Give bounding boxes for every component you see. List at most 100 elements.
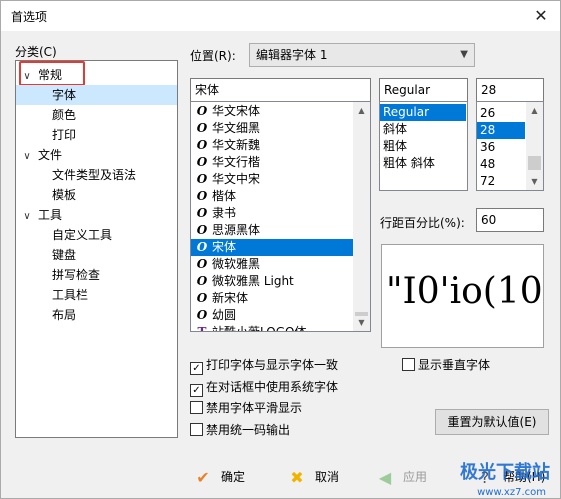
position-combobox[interactable]: 编辑器字体 1 ▼	[249, 43, 475, 67]
opentype-font-icon: O	[196, 223, 208, 237]
font-list-item[interactable]: O 华文中宋	[191, 171, 353, 188]
tree-item-label: 工具	[38, 208, 63, 222]
tree-item[interactable]: ∨ 常规	[20, 65, 62, 85]
tree-item[interactable]: 文件类型及语法	[52, 165, 136, 185]
style-list-item[interactable]: 粗体 斜体	[380, 155, 467, 172]
font-name: 华文行楷	[212, 155, 261, 169]
line-spacing-input[interactable]: 60	[476, 208, 544, 232]
style-list-item[interactable]: Regular	[380, 104, 466, 121]
font-list-item[interactable]: O 华文行楷	[191, 154, 353, 171]
font-name: 微软雅黑	[212, 257, 261, 271]
tree-item[interactable]: 布局	[52, 305, 76, 325]
font-list-item[interactable]: O 楷体	[191, 188, 353, 205]
style-list-item[interactable]: 粗体	[380, 138, 467, 155]
font-name-input[interactable]: 宋体	[190, 78, 371, 102]
opentype-font-icon: O	[196, 206, 208, 220]
font-name: 楷体	[212, 189, 237, 203]
no-smoothing-checkbox[interactable]: 禁用字体平滑显示	[190, 400, 302, 416]
size-list-item[interactable]: 36	[477, 139, 525, 156]
tree-item-label: 文件类型及语法	[52, 168, 137, 182]
tree-item[interactable]: 键盘	[52, 245, 76, 265]
checkmark-icon: ✔	[196, 468, 210, 487]
font-list-item[interactable]: O 思源黑体	[191, 222, 353, 239]
chevron-down-icon[interactable]: ∨	[20, 207, 34, 227]
close-icon[interactable]: ✕	[530, 5, 552, 27]
font-list-item[interactable]: O 宋体	[191, 239, 353, 256]
chevron-down-icon[interactable]: ∨	[20, 147, 34, 167]
size-list-scrollbar[interactable]: ▲ ▼	[526, 102, 543, 190]
apply-label: 应用	[403, 470, 428, 484]
font-list-item[interactable]: T 站酷小薇LOGO体	[191, 324, 353, 332]
checkbox-label: 禁用统一码输出	[206, 423, 291, 437]
apply-button[interactable]: ◀ 应用	[375, 466, 427, 488]
font-list-scrollbar[interactable]: ▲ ▼	[353, 102, 370, 331]
tree-item[interactable]: 打印	[52, 125, 76, 145]
checkbox-box[interactable]: ✓	[190, 384, 203, 397]
size-input[interactable]: 28	[476, 78, 544, 102]
no-unicode-checkbox[interactable]: 禁用统一码输出	[190, 422, 290, 438]
font-list-item[interactable]: O 隶书	[191, 205, 353, 222]
style-input[interactable]: Regular	[379, 78, 468, 102]
tree-item-label: 工具栏	[52, 288, 89, 302]
font-name: 华文细黑	[212, 121, 261, 135]
reset-defaults-button[interactable]: 重置为默认值(E)	[435, 409, 549, 435]
scroll-thumb[interactable]	[528, 156, 541, 170]
tree-item[interactable]: 颜色	[52, 105, 76, 125]
opentype-font-icon: O	[196, 121, 208, 135]
checkbox-box[interactable]	[190, 423, 203, 436]
tree-item-label: 键盘	[52, 248, 77, 262]
font-list-item[interactable]: O 华文新魏	[191, 137, 353, 154]
print-font-checkbox[interactable]: ✓ 打印字体与显示字体一致	[190, 357, 338, 375]
size-list-item[interactable]: 28	[477, 122, 525, 139]
size-list[interactable]: 72 48 36 28 26 ▲ ▼	[476, 101, 544, 191]
tree-item[interactable]: 工具栏	[52, 285, 88, 305]
cancel-label: 取消	[315, 470, 340, 484]
preview-text: "I0'io(10	[386, 271, 543, 312]
opentype-font-icon: O	[196, 274, 208, 288]
scroll-down-icon[interactable]: ▼	[526, 173, 543, 190]
font-name: 新宋体	[212, 291, 249, 305]
back-arrow-icon: ◀	[378, 468, 392, 487]
tree-item[interactable]: 自定义工具	[52, 225, 112, 245]
system-font-checkbox[interactable]: ✓ 在对话框中使用系统字体	[190, 379, 338, 397]
scroll-up-icon[interactable]: ▲	[353, 102, 370, 119]
category-tree[interactable]: ∨ 常规字体颜色 打印 ∨ 文件文件类型及语法模板 ∨ 工具自定义工具键盘拼写检查工具栏布局	[15, 60, 178, 438]
cancel-button[interactable]: ✖ 取消	[287, 466, 339, 488]
vertical-font-checkbox[interactable]: 显示垂直字体	[402, 357, 490, 373]
chevron-down-icon[interactable]: ∨	[20, 67, 34, 87]
font-list[interactable]: T 站酷小薇LOGO体 O 幼圆 O 新宋体 O 微软雅黑 Light O 微软雅黑 O 宋体 O 思源黑…	[190, 101, 371, 332]
tree-item[interactable]: 模板	[52, 185, 76, 205]
tree-item[interactable]: 拼写检查	[52, 265, 100, 285]
position-value: 编辑器字体 1	[256, 48, 328, 62]
font-list-item[interactable]: O 幼圆	[191, 307, 353, 324]
font-list-item[interactable]: O 华文宋体	[191, 103, 353, 120]
checkbox-box[interactable]	[190, 401, 203, 414]
font-list-item[interactable]: O 微软雅黑 Light	[191, 273, 353, 290]
style-list-item[interactable]: 斜体	[380, 121, 467, 138]
tree-item[interactable]: ∨ 文件	[20, 145, 62, 165]
tree-item[interactable]: 字体	[16, 85, 177, 105]
tree-item-label: 布局	[52, 308, 77, 322]
scroll-down-icon[interactable]: ▼	[353, 314, 370, 331]
font-list-item[interactable]: O 微软雅黑	[191, 256, 353, 273]
tree-item[interactable]: ∨ 工具	[20, 205, 62, 225]
font-list-item[interactable]: O 华文细黑	[191, 120, 353, 137]
opentype-font-icon: O	[196, 240, 208, 254]
font-name: 宋体	[212, 240, 237, 254]
bottom-bar: ✔ 确定 ✖ 取消 ◀ 应用 ? 帮助(H) 极光下载站 www.xz7.com	[1, 454, 560, 498]
style-list[interactable]: Regular 斜体 粗体 粗体 斜体	[379, 101, 468, 191]
font-name: 隶书	[212, 206, 237, 220]
tree-item-label: 字体	[52, 88, 77, 102]
truetype-font-icon: T	[197, 325, 207, 332]
font-name: 华文新魏	[212, 138, 261, 152]
checkbox-box[interactable]	[402, 358, 415, 371]
font-list-item[interactable]: O 新宋体	[191, 290, 353, 307]
ok-button[interactable]: ✔ 确定	[193, 466, 245, 488]
tree-item-label: 文件	[38, 148, 63, 162]
scroll-up-icon[interactable]: ▲	[526, 102, 543, 119]
size-list-item[interactable]: 72	[477, 173, 525, 190]
checkbox-box[interactable]: ✓	[190, 362, 203, 375]
checkbox-label: 显示垂直字体	[418, 358, 491, 372]
size-list-item[interactable]: 26	[477, 105, 525, 122]
size-list-item[interactable]: 48	[477, 156, 525, 173]
